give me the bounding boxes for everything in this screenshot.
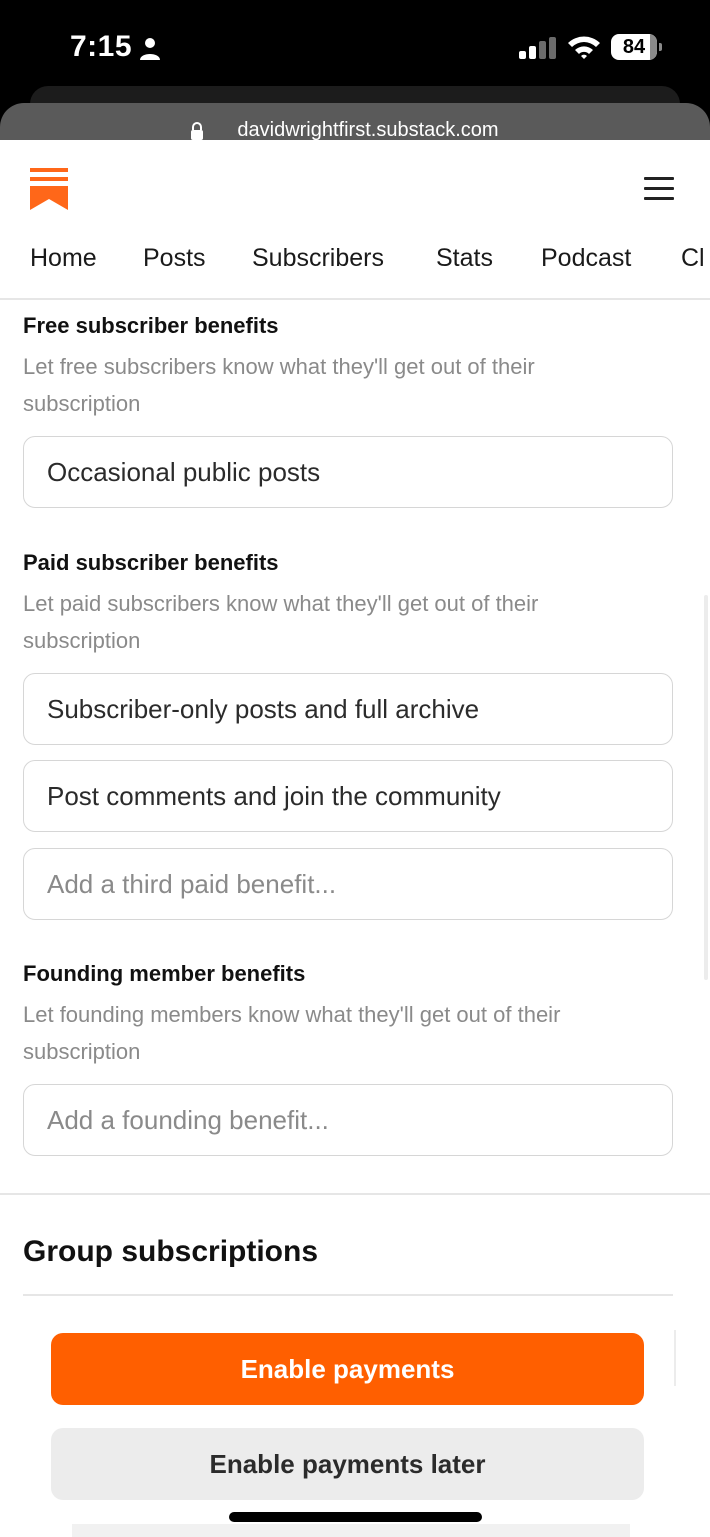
free-benefits-title: Free subscriber benefits (23, 313, 279, 338)
url-text: davidwrightfirst.substack.com (237, 119, 499, 140)
signal-icon (519, 37, 556, 59)
free-desc-line: Let free subscribers know what they'll g… (23, 354, 535, 379)
free-benefit-field-1[interactable]: Occasional public posts (23, 436, 673, 508)
group-subscriptions-title: Group subscriptions (23, 1235, 319, 1268)
nav-stats[interactable]: Stats (436, 244, 493, 273)
scrollbar[interactable] (704, 595, 708, 980)
enable-payments-button[interactable]: Enable payments (51, 1333, 644, 1405)
field-value: Occasional public posts (47, 457, 321, 487)
nav-podcast[interactable]: Podcast (541, 244, 631, 273)
person-icon (140, 38, 160, 60)
paid-benefit-field-2[interactable]: Post comments and join the community (23, 760, 673, 832)
group-divider (23, 1294, 673, 1296)
hamburger-menu-icon[interactable] (644, 177, 674, 201)
nav-posts[interactable]: Posts (143, 244, 206, 273)
battery-icon: 84 (611, 34, 663, 60)
top-nav: Home Posts Subscribers Stats Podcast Cl (0, 234, 710, 300)
free-benefits-description: Let free subscribers know what they'll g… (23, 348, 663, 422)
founding-desc-line: Let founding members know what they'll g… (23, 1002, 561, 1027)
scroll-edge (674, 1330, 676, 1386)
free-desc-line: subscription (23, 391, 141, 416)
paid-desc-line: Let paid subscribers know what they'll g… (23, 591, 539, 616)
nav-home[interactable]: Home (30, 244, 97, 273)
founding-benefit-field-1[interactable]: Add a founding benefit... (23, 1084, 673, 1156)
paid-benefit-field-1[interactable]: Subscriber-only posts and full archive (23, 673, 673, 745)
paid-benefits-title: Paid subscriber benefits (23, 550, 279, 575)
paid-benefit-field-3[interactable]: Add a third paid benefit... (23, 848, 673, 920)
wifi-icon (568, 36, 600, 59)
battery-level: 84 (622, 36, 646, 58)
field-value: Subscriber-only posts and full archive (47, 694, 480, 724)
status-time: 7:15 (70, 30, 133, 63)
url-bar[interactable]: davidwrightfirst.substack.com (0, 103, 710, 140)
field-placeholder: Add a founding benefit... (47, 1105, 329, 1135)
field-placeholder: Add a third paid benefit... (47, 869, 337, 899)
founding-desc-line: subscription (23, 1039, 141, 1064)
bottom-edge (72, 1524, 630, 1537)
home-indicator[interactable] (229, 1512, 482, 1522)
paid-desc-line: subscription (23, 628, 141, 653)
substack-logo-icon[interactable] (30, 168, 68, 210)
enable-payments-later-button[interactable]: Enable payments later (51, 1428, 644, 1500)
founding-benefits-description: Let founding members know what they'll g… (23, 996, 663, 1070)
nav-cl[interactable]: Cl (681, 244, 705, 273)
paid-benefits-description: Let paid subscribers know what they'll g… (23, 585, 663, 659)
founding-benefits-title: Founding member benefits (23, 961, 306, 986)
field-value: Post comments and join the community (47, 781, 501, 811)
section-divider (0, 1193, 710, 1195)
nav-subscribers[interactable]: Subscribers (252, 244, 384, 273)
